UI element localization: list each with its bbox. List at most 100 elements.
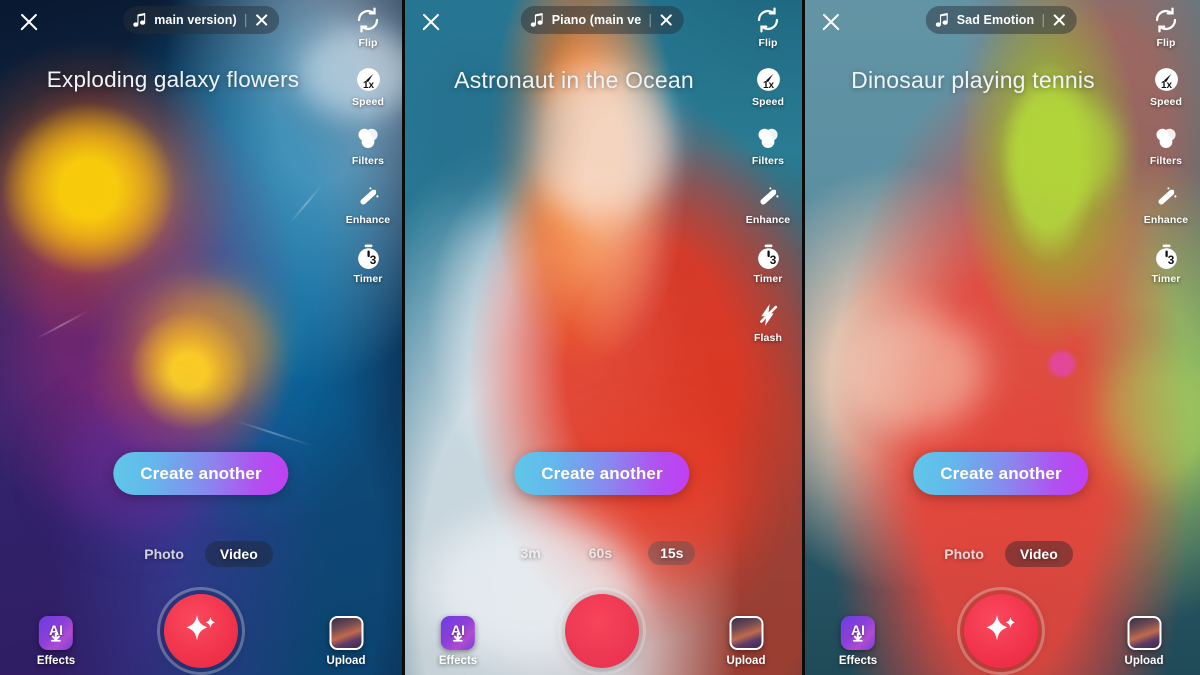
remove-music-icon[interactable] — [254, 13, 269, 28]
remove-music-icon[interactable] — [1051, 13, 1066, 28]
ai-effects-icon: AI — [840, 616, 875, 650]
duration-15s[interactable]: 15s — [648, 541, 696, 565]
rail-label: Filters — [351, 155, 385, 167]
speedometer-icon: 1x — [354, 65, 382, 93]
camera-tools-rail-1: Flip 1x Speed Filters Enhance 3 Timer — [340, 6, 396, 301]
effects-button[interactable]: AI Effects — [439, 616, 477, 667]
music-note-icon — [530, 12, 544, 28]
pill-divider — [649, 13, 651, 27]
music-pill-3[interactable]: Sad Emotion — [925, 6, 1077, 34]
svg-text:1x: 1x — [1160, 79, 1172, 90]
close-icon[interactable] — [420, 11, 442, 33]
pill-divider — [1042, 13, 1044, 27]
rail-label: Speed — [1149, 96, 1182, 108]
rail-item-enhance[interactable]: Enhance — [740, 183, 796, 226]
record-button[interactable] — [155, 585, 247, 675]
effects-button[interactable]: AI Effects — [37, 616, 75, 667]
effects-label: Effects — [838, 655, 878, 667]
enhance-wand-icon — [354, 183, 382, 211]
mode-photo[interactable]: Photo — [129, 541, 199, 567]
upload-label: Upload — [1124, 655, 1164, 667]
record-button[interactable] — [955, 585, 1047, 675]
rail-item-speed[interactable]: 1x Speed — [340, 65, 396, 108]
ai-effects-icon: AI — [38, 616, 73, 650]
create-another-button[interactable]: Create another — [913, 452, 1089, 495]
upload-button[interactable]: Upload — [1124, 616, 1164, 667]
prompt-title: Exploding galaxy flowers — [46, 67, 300, 92]
timer-icon: 3 — [1152, 242, 1180, 270]
mode-video[interactable]: Video — [1004, 541, 1073, 567]
rail-label: Speed — [351, 96, 384, 108]
mode-photo[interactable]: Photo — [929, 541, 999, 567]
camera-panel-1: main version) Flip 1x Speed Filters Enha… — [0, 0, 402, 675]
speedometer-icon: 1x — [1152, 65, 1180, 93]
effects-button[interactable]: AI Effects — [839, 616, 877, 667]
capture-mode-switch-3: Photo Video — [802, 541, 1200, 567]
rail-item-timer[interactable]: 3 Timer — [1138, 242, 1194, 285]
mode-video[interactable]: Video — [204, 541, 273, 567]
rail-label: Enhance — [745, 214, 791, 226]
music-title: Piano (main ve — [551, 13, 642, 27]
filters-icon — [754, 124, 782, 152]
upload-button[interactable]: Upload — [726, 616, 766, 667]
create-another-button[interactable]: Create another — [514, 452, 690, 495]
sparkle-icon — [180, 610, 222, 652]
rail-label: Timer — [753, 273, 783, 285]
capture-mode-switch-1: Photo Video — [0, 541, 402, 567]
timer-icon: 3 — [354, 242, 382, 270]
svg-text:1x: 1x — [362, 79, 374, 90]
upload-thumbnail-icon — [728, 616, 763, 650]
upload-label: Upload — [326, 655, 366, 667]
svg-text:3: 3 — [369, 253, 376, 267]
prompt-title: Astronaut in the Ocean — [454, 67, 694, 93]
remove-music-icon[interactable] — [658, 13, 673, 28]
pill-divider — [244, 13, 246, 27]
record-core — [164, 594, 238, 668]
record-button[interactable] — [556, 585, 648, 675]
rail-item-filters[interactable]: Filters — [340, 124, 396, 167]
camera-tools-rail-3: Flip 1x Speed Filters Enhance 3 Timer — [1138, 6, 1194, 301]
rail-item-speed[interactable]: 1x Speed — [1138, 65, 1194, 108]
svg-text:3: 3 — [769, 253, 776, 267]
camera-tools-rail-2: Flip 1x Speed Filters Enhance 3 Timer Fl… — [740, 6, 796, 360]
rail-item-flip[interactable]: Flip — [1138, 6, 1194, 49]
upload-button[interactable]: Upload — [326, 616, 366, 667]
create-another-button[interactable]: Create another — [113, 452, 289, 495]
record-core — [964, 594, 1038, 668]
filters-icon — [354, 124, 382, 152]
panel-divider-1 — [402, 0, 405, 675]
rail-item-filters[interactable]: Filters — [1138, 124, 1194, 167]
music-note-icon — [133, 12, 146, 28]
rail-item-speed[interactable]: 1x Speed — [740, 65, 796, 108]
close-icon[interactable] — [820, 11, 842, 33]
ai-effects-icon: AI — [440, 616, 475, 650]
rail-item-enhance[interactable]: Enhance — [340, 183, 396, 226]
rail-item-flip[interactable]: Flip — [740, 6, 796, 49]
rail-label: Enhance — [345, 214, 391, 226]
music-pill-2[interactable]: Piano (main ve — [520, 6, 684, 34]
close-icon[interactable] — [18, 11, 40, 33]
effects-label: Effects — [36, 655, 76, 667]
rail-label: Timer — [353, 273, 383, 285]
effects-label: Effects — [438, 655, 478, 667]
upload-thumbnail-icon — [328, 616, 363, 650]
rail-label: Timer — [1151, 273, 1181, 285]
music-title: Sad Emotion — [956, 13, 1035, 27]
rail-item-timer[interactable]: 3 Timer — [340, 242, 396, 285]
rail-item-flip[interactable]: Flip — [340, 6, 396, 49]
rail-item-enhance[interactable]: Enhance — [1138, 183, 1194, 226]
download-arrow-icon — [49, 629, 62, 647]
sparkle-icon — [980, 610, 1022, 652]
rail-item-flash[interactable]: Flash — [740, 301, 796, 344]
rail-item-timer[interactable]: 3 Timer — [740, 242, 796, 285]
music-pill-1[interactable]: main version) — [123, 6, 279, 34]
duration-3m[interactable]: 3m — [509, 541, 553, 565]
enhance-wand-icon — [754, 183, 782, 211]
music-title: main version) — [154, 13, 237, 27]
rail-item-filters[interactable]: Filters — [740, 124, 796, 167]
rail-label: Filters — [751, 155, 785, 167]
prompt-title: Dinosaur playing tennis — [851, 67, 1095, 93]
duration-60s[interactable]: 60s — [577, 541, 624, 565]
upload-label: Upload — [726, 655, 766, 667]
rail-label: Flip — [758, 37, 778, 49]
